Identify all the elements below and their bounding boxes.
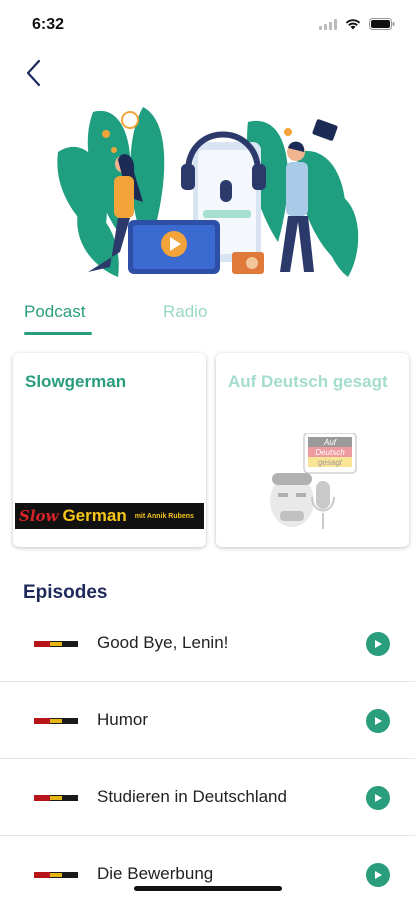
- episode-thumbnail: [34, 641, 78, 647]
- podcast-card-title: Slowgerman: [25, 372, 127, 391]
- list-item[interactable]: Good Bye, Lenin!: [0, 605, 415, 682]
- list-item[interactable]: Humor: [0, 682, 415, 759]
- episode-title: Studieren in Deutschland: [97, 787, 287, 806]
- play-button[interactable]: [366, 709, 390, 733]
- signal-icon: [319, 18, 337, 30]
- play-button[interactable]: [366, 863, 390, 887]
- episode-thumbnail: [34, 718, 78, 724]
- podcast-card-auf-deutsch-gesagt[interactable]: Auf Deutsch gesagt Auf Deutsch gesagt: [216, 353, 409, 547]
- podcast-card-title: Auf Deutsch gesagt: [228, 372, 388, 391]
- episode-thumbnail: [34, 795, 78, 801]
- tab-podcast[interactable]: Podcast: [24, 302, 85, 322]
- episodes-heading: Episodes: [23, 582, 108, 603]
- logo-slow-text: Slow: [19, 507, 59, 525]
- active-tab-indicator: [24, 332, 92, 335]
- episode-title: Die Bewerbung: [97, 864, 214, 883]
- auf-deutsch-gesagt-logo: Auf Deutsch gesagt: [270, 433, 357, 529]
- tab-bar: Podcast Radio: [0, 292, 415, 342]
- play-button[interactable]: [366, 632, 390, 656]
- tab-radio[interactable]: Radio: [163, 302, 207, 322]
- battery-icon: [369, 18, 395, 30]
- play-icon: [375, 717, 382, 725]
- podcast-card-slowgerman[interactable]: Slowgerman Slow German mit Annik Rubens: [13, 353, 206, 547]
- status-icons: [319, 18, 395, 30]
- home-indicator[interactable]: [134, 886, 282, 891]
- episode-title: Good Bye, Lenin!: [97, 633, 229, 652]
- podcast-illustration: [57, 107, 359, 277]
- logo-german-text: German: [62, 506, 127, 525]
- status-time: 6:32: [32, 16, 65, 33]
- logo-subtitle-text: mit Annik Rubens: [134, 512, 194, 520]
- slowgerman-logo: Slow German mit Annik Rubens: [15, 503, 204, 529]
- chevron-left-icon: [26, 59, 41, 87]
- episode-title: Humor: [97, 710, 149, 729]
- play-icon: [375, 794, 382, 802]
- play-icon: [375, 640, 382, 648]
- svg-text:Deutsch: Deutsch: [315, 448, 345, 457]
- svg-text:Auf: Auf: [323, 438, 337, 447]
- wifi-icon: [345, 19, 361, 30]
- play-icon: [375, 871, 382, 879]
- episode-thumbnail: [34, 872, 78, 878]
- back-button[interactable]: [18, 56, 48, 90]
- svg-text:gesagt: gesagt: [318, 458, 343, 467]
- list-item[interactable]: Studieren in Deutschland: [0, 759, 415, 836]
- status-bar: 6:32: [0, 0, 415, 46]
- play-button[interactable]: [366, 786, 390, 810]
